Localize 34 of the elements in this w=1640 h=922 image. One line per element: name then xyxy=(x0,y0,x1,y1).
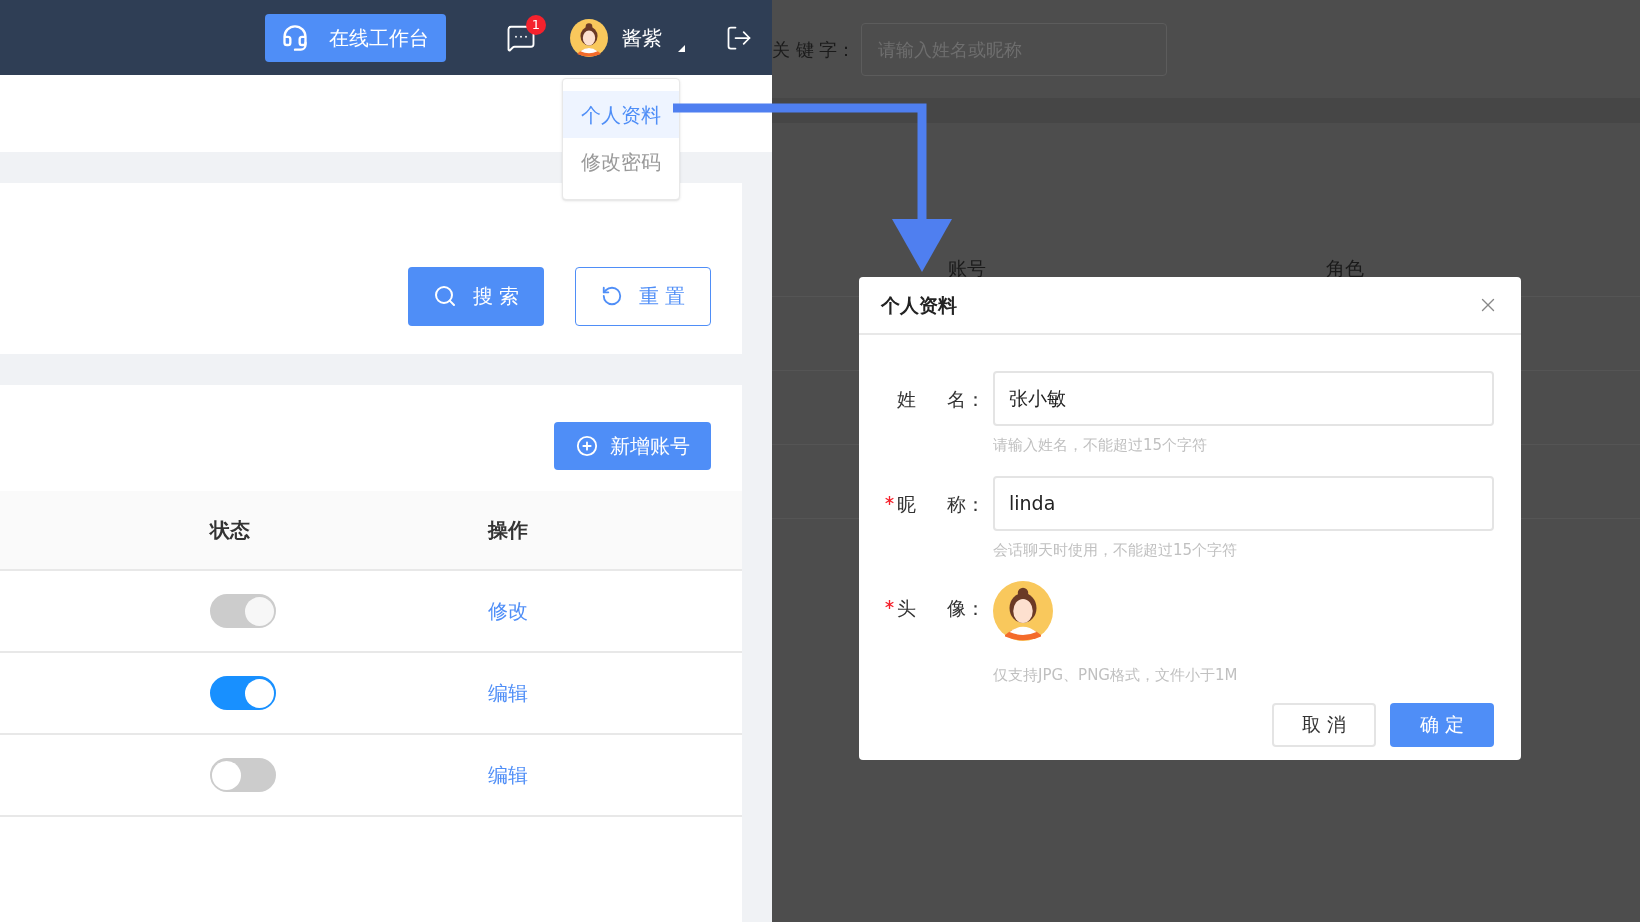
cancel-button[interactable]: 取 消 xyxy=(1272,702,1376,747)
workbench-button[interactable]: 在线工作台 xyxy=(265,13,446,62)
field-label: 昵 称： xyxy=(897,491,985,517)
field-label: 姓 名： xyxy=(897,387,985,412)
profile-avatar xyxy=(993,581,1053,641)
menu-item[interactable]: 修改密码 xyxy=(563,138,679,185)
column-header: 状态 xyxy=(210,517,251,544)
reset-button[interactable]: 重 置 xyxy=(575,266,711,326)
dialog-title: 个人资料 xyxy=(881,292,957,318)
text-field[interactable]: 张小敏 xyxy=(993,371,1494,426)
plus-icon xyxy=(575,435,598,457)
reset-icon xyxy=(600,285,623,307)
headset-icon xyxy=(281,23,309,52)
required-mark-icon xyxy=(885,600,894,609)
field-hint: 请输入姓名，不能超过15个字符 xyxy=(993,435,1209,456)
field-hint: 会话聊天时使用，不能超过15个字符 xyxy=(993,539,1239,561)
confirm-button[interactable]: 确 定 xyxy=(1390,702,1494,747)
action-link[interactable]: 编辑 xyxy=(488,760,742,790)
caret-icon xyxy=(678,45,685,52)
search-button[interactable]: 搜 索 xyxy=(408,266,544,326)
field-label: 头 像： xyxy=(897,596,985,621)
menu-item[interactable]: 个人资料 xyxy=(563,91,679,138)
field-hint: 仅支持JPG、PNG格式，文件小于1M xyxy=(993,665,1239,686)
toggle-switch[interactable] xyxy=(210,758,276,792)
text-field[interactable]: linda xyxy=(993,475,1494,531)
toggle-switch[interactable] xyxy=(210,676,276,710)
user-name[interactable]: 酱紫 xyxy=(622,22,662,53)
user-avatar xyxy=(570,18,608,57)
notification-badge: 1 xyxy=(526,14,546,35)
required-mark-icon xyxy=(885,495,894,505)
search-icon xyxy=(432,284,457,308)
action-link[interactable]: 编辑 xyxy=(488,678,742,708)
add-account-button[interactable]: 新增账号 xyxy=(554,422,711,470)
column-header: 操作 xyxy=(488,517,529,544)
